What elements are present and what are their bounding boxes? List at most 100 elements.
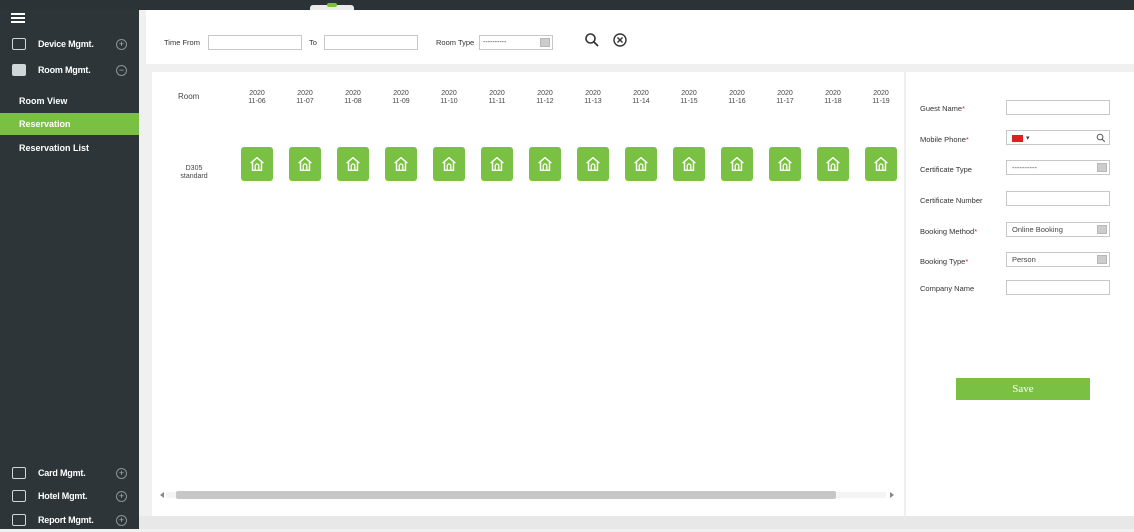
scrollbar-thumb[interactable]: [176, 491, 836, 499]
required-mark: *: [962, 104, 966, 113]
date-year: 2020: [393, 90, 409, 97]
device-icon: [12, 38, 26, 50]
house-icon: [730, 156, 744, 172]
time-from-input[interactable]: [208, 35, 302, 50]
date-month-day: 11-10: [440, 98, 458, 105]
room-day-cell[interactable]: [529, 147, 561, 181]
certificate-type-select[interactable]: ----------: [1006, 160, 1110, 175]
mobile-phone-input[interactable]: ▾: [1006, 130, 1110, 145]
booking-method-value: Online Booking: [1012, 225, 1063, 234]
sidebar-item-reservation-list[interactable]: Reservation List: [0, 137, 139, 159]
sidebar-item-room-mgmt[interactable]: Room Mgmt. −: [0, 58, 139, 82]
dropdown-icon[interactable]: [540, 38, 550, 47]
expand-icon[interactable]: +: [116, 38, 127, 50]
room-number: D305: [185, 165, 203, 172]
room-day-cell[interactable]: [241, 147, 273, 181]
room-day-cell[interactable]: [433, 147, 465, 181]
sidebar-item-label: Room Mgmt.: [38, 65, 91, 75]
horizontal-scrollbar[interactable]: [160, 490, 894, 500]
booking-type-label: Booking Type*: [920, 257, 968, 266]
sidebar-item-label: Report Mgmt.: [38, 515, 94, 525]
date-month-day: 11-12: [536, 98, 554, 105]
sidebar-item-room-view[interactable]: Room View: [0, 90, 139, 112]
house-icon: [250, 156, 264, 172]
room-type-value: ----------: [483, 39, 507, 46]
sidebar-item-device-mgmt[interactable]: Device Mgmt. +: [0, 32, 139, 56]
date-column-header: 2020 11-07: [290, 90, 320, 106]
collapse-handle-indicator: [327, 3, 337, 7]
date-year: 2020: [345, 90, 361, 97]
mobile-phone-label: Mobile Phone*: [920, 135, 969, 144]
date-year: 2020: [249, 90, 265, 97]
date-column-header: 2020 11-18: [818, 90, 848, 106]
guest-name-input[interactable]: [1006, 100, 1110, 115]
date-year: 2020: [585, 90, 601, 97]
flag-dropdown-icon[interactable]: ▾: [1026, 135, 1030, 142]
certificate-type-label: Certificate Type: [920, 165, 972, 174]
room-day-cell[interactable]: [289, 147, 321, 181]
certificate-type-value: ----------: [1012, 163, 1037, 172]
dropdown-icon[interactable]: [1097, 255, 1107, 264]
sidebar-item-card-mgmt[interactable]: Card Mgmt. +: [0, 461, 139, 485]
booking-type-select[interactable]: Person: [1006, 252, 1110, 267]
to-label: To: [309, 38, 317, 47]
menu-toggle-icon[interactable]: [11, 13, 25, 25]
booking-method-select[interactable]: Online Booking: [1006, 222, 1110, 237]
room-day-cell[interactable]: [625, 147, 657, 181]
date-month-day: 11-15: [680, 98, 698, 105]
room-label: D305 standard: [174, 165, 214, 181]
house-icon: [874, 156, 888, 172]
clear-icon[interactable]: [612, 32, 628, 48]
dropdown-icon[interactable]: [1097, 163, 1107, 172]
scroll-right-icon[interactable]: [890, 492, 894, 498]
main-content: Time From To Room Type ---------- Room 2…: [146, 10, 1134, 529]
house-icon: [826, 156, 840, 172]
room-type-select[interactable]: ----------: [479, 35, 553, 50]
sidebar-item-reservation[interactable]: Reservation: [0, 113, 139, 135]
collapse-icon[interactable]: −: [116, 64, 127, 76]
top-bar: [0, 0, 1134, 10]
certificate-number-input[interactable]: [1006, 191, 1110, 206]
to-input[interactable]: [324, 35, 418, 50]
date-year: 2020: [441, 90, 457, 97]
date-year: 2020: [537, 90, 553, 97]
company-name-input[interactable]: [1006, 280, 1110, 295]
room-day-cell[interactable]: [769, 147, 801, 181]
house-icon: [442, 156, 456, 172]
scroll-left-icon[interactable]: [160, 492, 164, 498]
date-month-day: 11-07: [296, 98, 314, 105]
date-month-day: 11-11: [488, 98, 506, 105]
room-day-cell[interactable]: [481, 147, 513, 181]
sidebar-item-hotel-mgmt[interactable]: Hotel Mgmt. +: [0, 484, 139, 508]
room-day-cell[interactable]: [817, 147, 849, 181]
date-year: 2020: [633, 90, 649, 97]
sidebar-item-report-mgmt[interactable]: Report Mgmt. +: [0, 508, 139, 532]
room-day-cell[interactable]: [721, 147, 753, 181]
report-icon: [12, 514, 26, 526]
house-icon: [682, 156, 696, 172]
sidebar: Device Mgmt. + Room Mgmt. − Room View Re…: [0, 10, 139, 529]
room-day-cell[interactable]: [577, 147, 609, 181]
date-month-day: 11-08: [344, 98, 362, 105]
expand-icon[interactable]: +: [116, 514, 127, 526]
room-day-cell[interactable]: [865, 147, 897, 181]
country-flag-icon[interactable]: [1012, 134, 1023, 142]
house-icon: [634, 156, 648, 172]
date-column-header: 2020 11-06: [242, 90, 272, 106]
date-column-header: 2020 11-11: [482, 90, 512, 106]
save-button[interactable]: Save: [956, 378, 1090, 400]
expand-icon[interactable]: +: [116, 490, 127, 502]
expand-icon[interactable]: +: [116, 467, 127, 479]
dropdown-icon[interactable]: [1097, 225, 1107, 234]
company-name-label: Company Name: [920, 284, 975, 293]
date-year: 2020: [297, 90, 313, 97]
phone-search-icon[interactable]: [1096, 133, 1106, 143]
room-day-cell[interactable]: [337, 147, 369, 181]
room-day-cell[interactable]: [385, 147, 417, 181]
app-window: Device Mgmt. + Room Mgmt. − Room View Re…: [0, 0, 1134, 529]
house-icon: [586, 156, 600, 172]
room-day-cell[interactable]: [673, 147, 705, 181]
date-column-header: 2020 11-17: [770, 90, 800, 106]
search-icon[interactable]: [584, 32, 600, 48]
date-month-day: 11-14: [632, 98, 650, 105]
